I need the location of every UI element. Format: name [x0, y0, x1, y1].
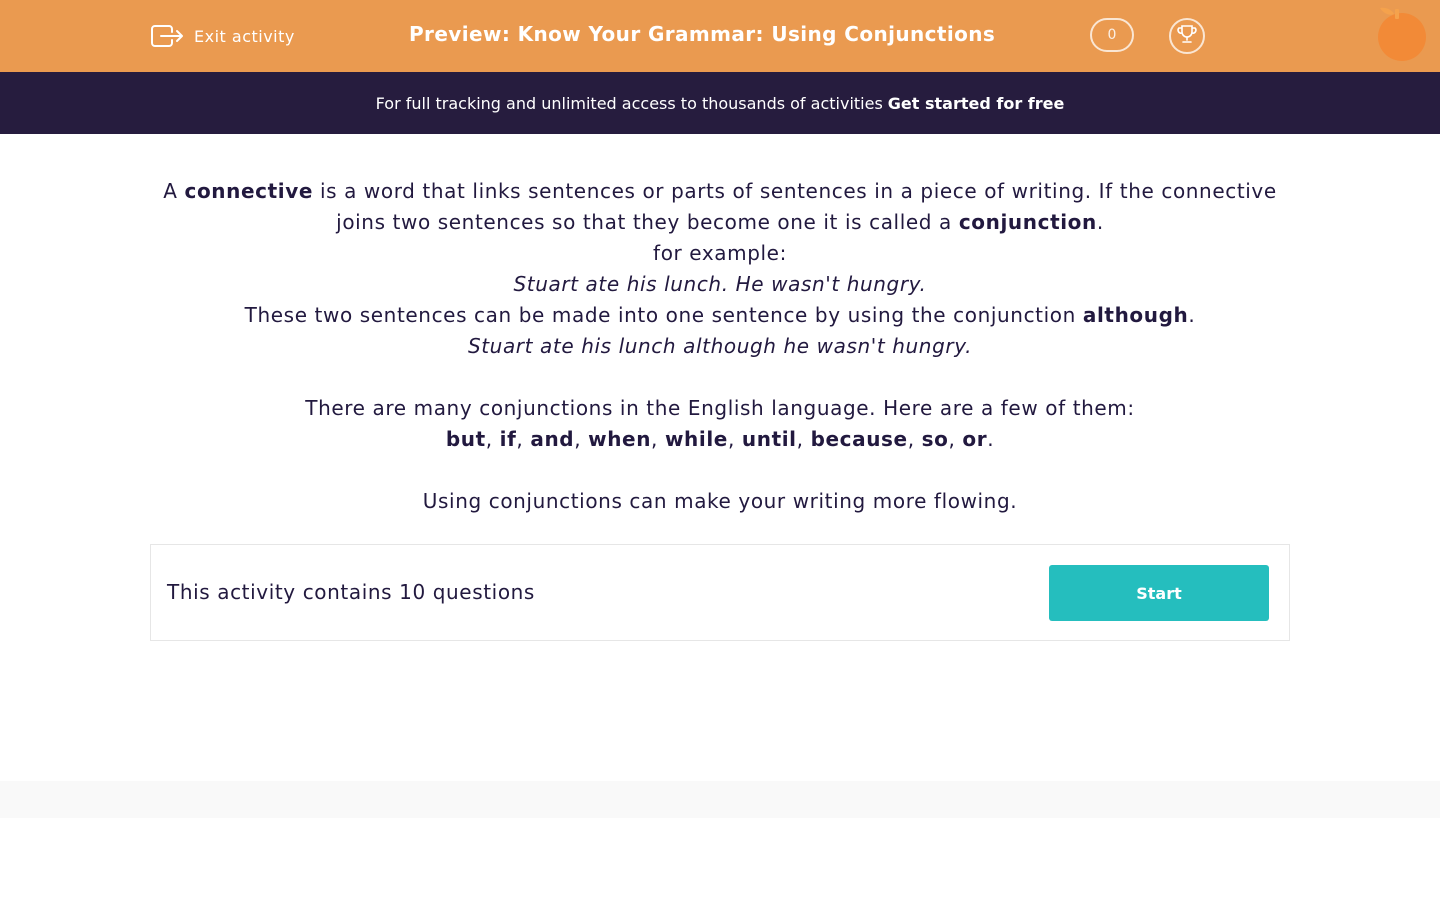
term-although: although	[1082, 303, 1189, 327]
conjunction-word: so	[921, 427, 949, 451]
example-sentence-1: Stuart ate his lunch. He wasn't hungry.	[513, 272, 927, 296]
intro-paragraph-list-lead: There are many conjunctions in the Engli…	[305, 396, 1135, 420]
intro-paragraph-although: These two sentences can be made into one…	[244, 303, 1196, 327]
intro-text: A connective is a word that links senten…	[150, 176, 1290, 517]
trophy-icon	[1176, 23, 1198, 49]
conjunction-word: while	[664, 427, 728, 451]
promo-text: For full tracking and unlimited access t…	[375, 93, 883, 113]
top-bar: Exit activity Preview: Know Your Grammar…	[0, 0, 1440, 72]
conjunction-word: but	[445, 427, 486, 451]
conjunction-word: or	[962, 427, 988, 451]
exit-icon	[150, 22, 184, 50]
trophy-button[interactable]	[1169, 18, 1205, 54]
start-button[interactable]: Start	[1049, 565, 1269, 621]
conjunction-word: and	[530, 427, 575, 451]
example-sentence-2: Stuart ate his lunch although he wasn't …	[467, 334, 973, 358]
score-badge: 0	[1090, 18, 1134, 52]
intro-paragraph-closing: Using conjunctions can make your writing…	[422, 489, 1018, 513]
footer-band	[0, 781, 1440, 818]
conjunction-word: because	[810, 427, 908, 451]
term-conjunction: conjunction	[958, 210, 1097, 234]
activity-card: This activity contains 10 questions Star…	[150, 544, 1290, 641]
term-connective: connective	[184, 179, 313, 203]
question-count-text: This activity contains 10 questions	[167, 580, 535, 604]
conjunction-word: if	[499, 427, 517, 451]
for-example-label: for example:	[653, 241, 787, 265]
conjunction-word: when	[588, 427, 652, 451]
exit-activity-button[interactable]: Exit activity	[150, 20, 295, 52]
get-started-link[interactable]: Get started for free	[888, 94, 1065, 113]
conjunction-list: but, if, and, when, while, until, becaus…	[445, 427, 995, 451]
orange-logo-icon	[1374, 4, 1430, 62]
exit-activity-label: Exit activity	[194, 26, 295, 46]
promo-banner: For full tracking and unlimited access t…	[0, 72, 1440, 134]
page-title: Preview: Know Your Grammar: Using Conjun…	[409, 22, 996, 46]
intro-paragraph-connective: A connective is a word that links senten…	[163, 179, 1277, 234]
conjunction-word: until	[741, 427, 797, 451]
